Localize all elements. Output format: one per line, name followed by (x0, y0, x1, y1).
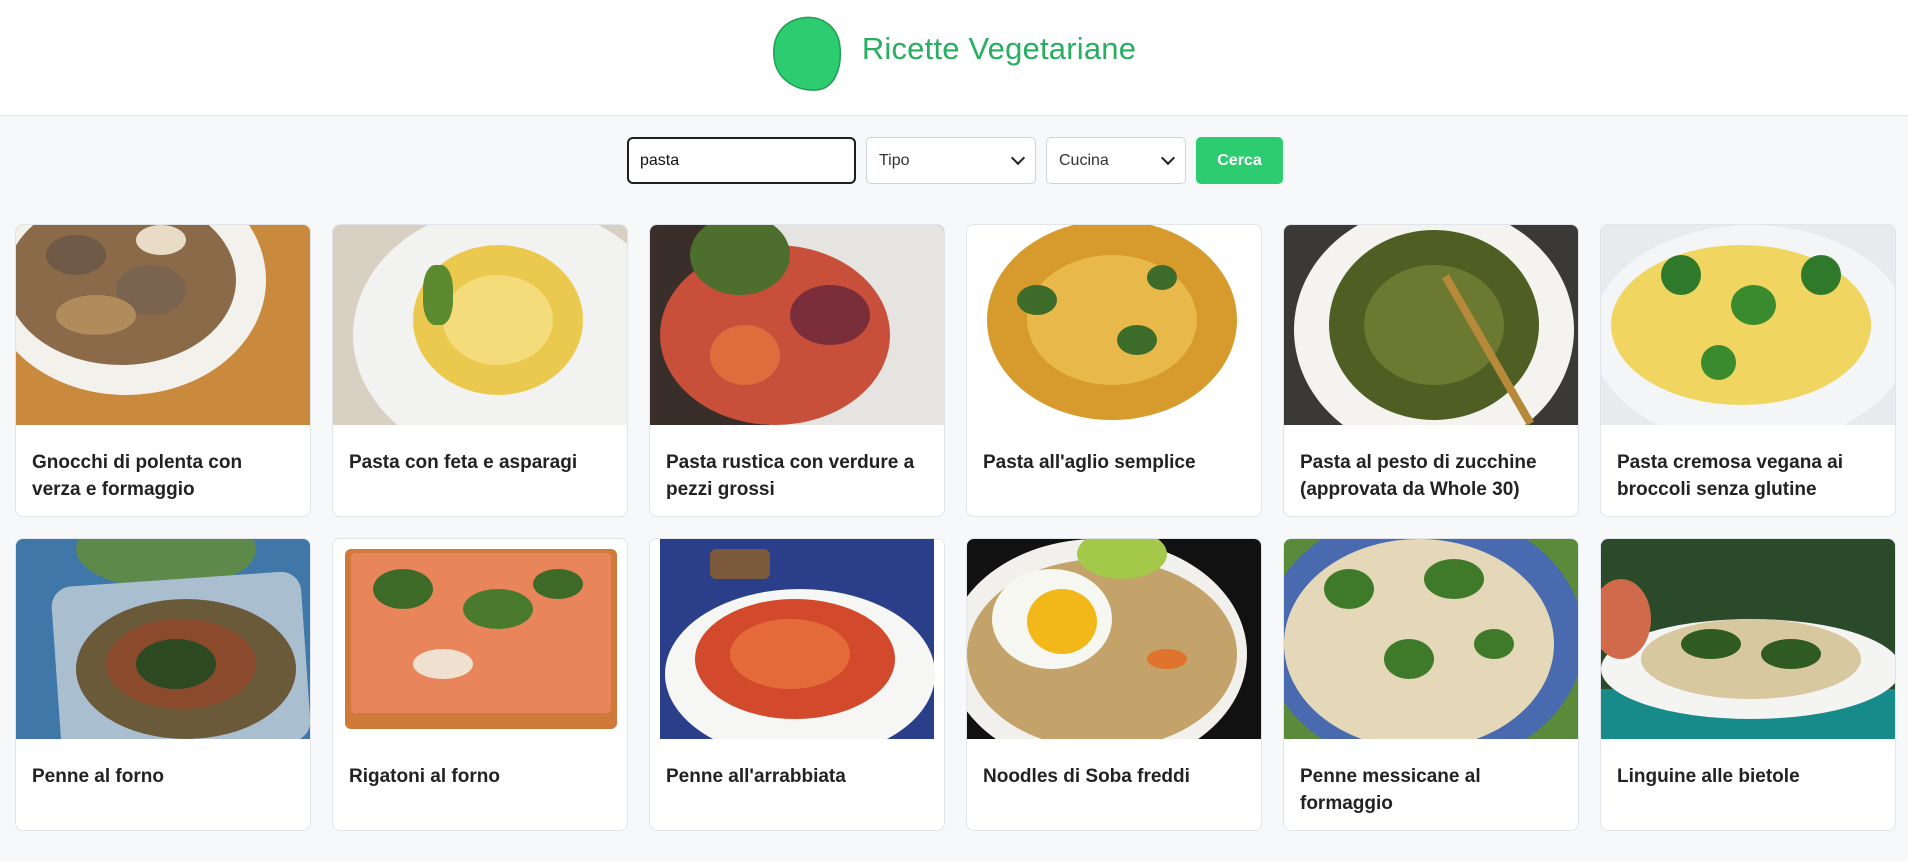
recipe-title[interactable]: Rigatoni al forno (333, 739, 627, 790)
recipe-title[interactable]: Pasta al pesto di zucchine (approvata da… (1284, 425, 1578, 503)
recipe-title[interactable]: Pasta con feta e asparagi (333, 425, 627, 476)
green-blob-logo-icon[interactable] (772, 15, 842, 91)
recipe-card[interactable]: Pasta con feta e asparagi (332, 224, 628, 517)
recipe-title[interactable]: Penne al forno (16, 739, 310, 790)
recipe-image[interactable] (967, 225, 1261, 425)
search-button[interactable]: Cerca (1196, 137, 1283, 184)
type-select-value: Tipo (879, 151, 910, 169)
recipe-title[interactable]: Pasta rustica con verdure a pezzi grossi (650, 425, 944, 503)
type-select[interactable]: Tipo (866, 137, 1036, 184)
cuisine-select[interactable]: Cucina (1046, 137, 1186, 184)
recipe-image[interactable] (967, 539, 1261, 739)
recipe-title[interactable]: Gnocchi di polenta con verza e formaggio (16, 425, 310, 503)
recipe-image[interactable] (16, 225, 310, 425)
recipe-title[interactable]: Pasta all'aglio semplice (967, 425, 1261, 476)
recipe-card[interactable]: Rigatoni al forno (332, 538, 628, 831)
recipe-title[interactable]: Linguine alle bietole (1601, 739, 1895, 790)
site-header: Ricette Vegetariane (0, 0, 1908, 116)
recipe-card[interactable]: Pasta all'aglio semplice (966, 224, 1262, 517)
recipe-image[interactable] (333, 225, 627, 425)
recipe-grid: Gnocchi di polenta con verza e formaggio… (15, 224, 1896, 831)
recipe-image[interactable] (1284, 539, 1578, 739)
site-title[interactable]: Ricette Vegetariane (862, 31, 1136, 67)
recipe-card[interactable]: Pasta al pesto di zucchine (approvata da… (1283, 224, 1579, 517)
recipe-image[interactable] (333, 539, 627, 739)
recipe-image[interactable] (16, 539, 310, 739)
recipe-card[interactable]: Penne all'arrabbiata (649, 538, 945, 831)
recipe-card[interactable]: Linguine alle bietole (1600, 538, 1896, 831)
recipe-title[interactable]: Pasta cremosa vegana ai broccoli senza g… (1601, 425, 1895, 503)
chevron-down-icon (1010, 150, 1026, 165)
cuisine-select-value: Cucina (1059, 151, 1109, 169)
recipe-card[interactable]: Pasta rustica con verdure a pezzi grossi (649, 224, 945, 517)
recipe-title[interactable]: Noodles di Soba freddi (967, 739, 1261, 790)
recipe-image[interactable] (1284, 225, 1578, 425)
recipe-title[interactable]: Penne all'arrabbiata (650, 739, 944, 790)
recipe-title[interactable]: Penne messicane al formaggio (1284, 739, 1578, 817)
search-bar: Tipo Cucina Cerca (627, 137, 1283, 184)
recipe-card[interactable]: Pasta cremosa vegana ai broccoli senza g… (1600, 224, 1896, 517)
recipe-card[interactable]: Penne messicane al formaggio (1283, 538, 1579, 831)
recipe-image[interactable] (1601, 539, 1895, 739)
recipe-image[interactable] (650, 539, 944, 739)
search-input[interactable] (627, 137, 856, 184)
recipe-image[interactable] (650, 225, 944, 425)
recipe-image[interactable] (1601, 225, 1895, 425)
recipe-card[interactable]: Noodles di Soba freddi (966, 538, 1262, 831)
chevron-down-icon (1160, 150, 1176, 165)
recipe-card[interactable]: Penne al forno (15, 538, 311, 831)
recipe-card[interactable]: Gnocchi di polenta con verza e formaggio (15, 224, 311, 517)
